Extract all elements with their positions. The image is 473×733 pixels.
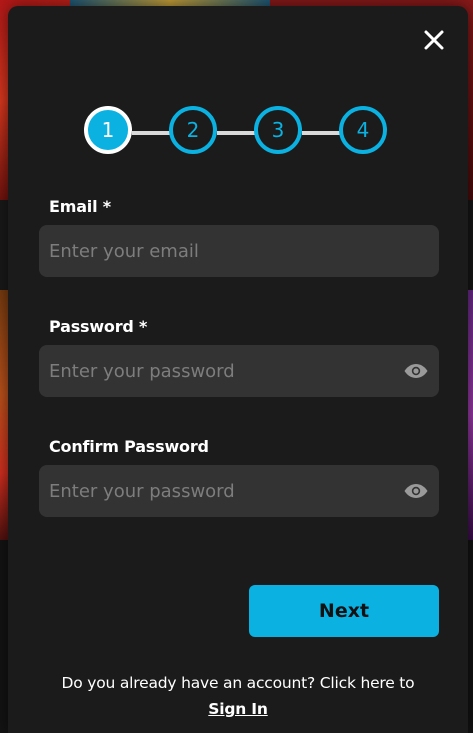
email-label: Email *: [49, 197, 111, 216]
step-1: 1: [84, 106, 132, 154]
signin-prompt: Do you already have an account? Click he…: [8, 670, 468, 722]
step-connector: [132, 131, 172, 135]
step-connector: [302, 131, 342, 135]
confirm-password-field[interactable]: [49, 465, 389, 517]
signin-prompt-text: Do you already have an account? Click he…: [61, 674, 415, 692]
password-label: Password *: [49, 317, 148, 336]
email-field-container: [39, 225, 439, 277]
signin-link[interactable]: Sign In: [208, 700, 268, 718]
close-icon: [424, 30, 444, 50]
step-connector: [217, 131, 257, 135]
confirm-password-label: Confirm Password: [49, 437, 209, 456]
step-3: 3: [254, 106, 302, 154]
eye-icon[interactable]: [403, 359, 429, 383]
progress-stepper: 1 2 3 4: [84, 106, 394, 160]
confirm-password-field-container: [39, 465, 439, 517]
password-field-container: [39, 345, 439, 397]
step-2: 2: [169, 106, 217, 154]
eye-icon[interactable]: [403, 479, 429, 503]
password-field[interactable]: [49, 345, 389, 397]
signup-modal: 1 2 3 4 Email * Password * Confirm Passw…: [8, 6, 468, 733]
next-button[interactable]: Next: [249, 585, 439, 637]
close-button[interactable]: [420, 26, 448, 54]
step-4: 4: [339, 106, 387, 154]
email-field[interactable]: [49, 225, 389, 277]
